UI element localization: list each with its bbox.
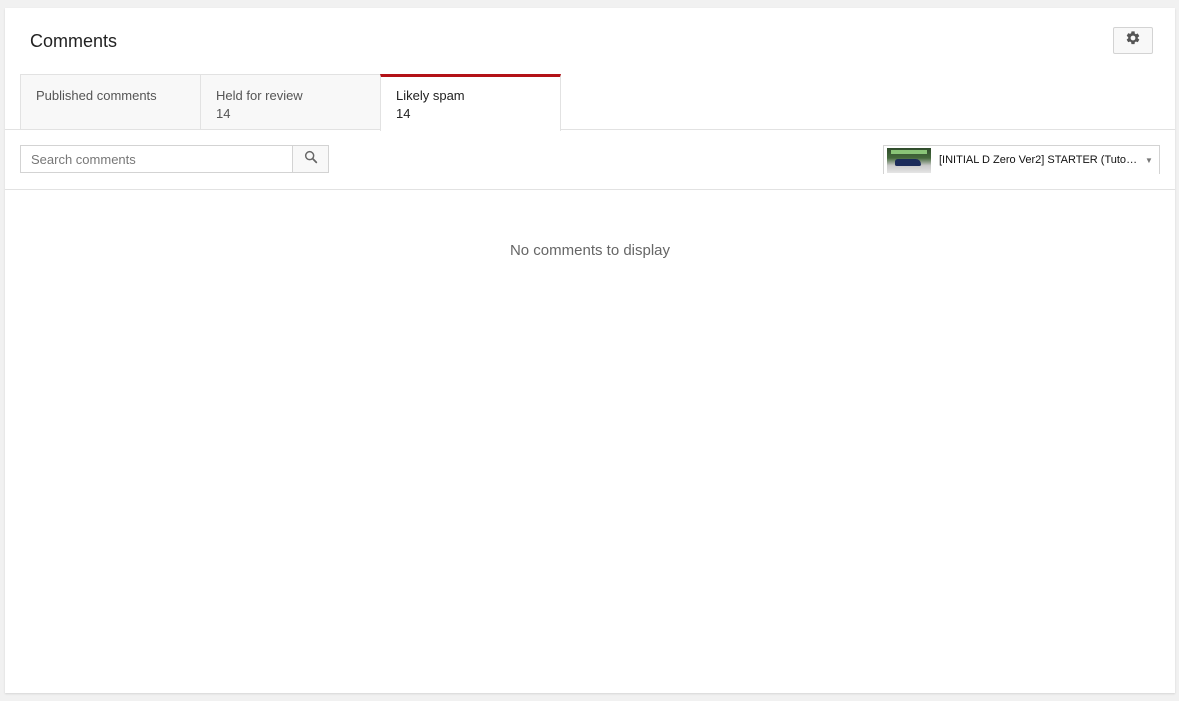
tab-label: Held for review [216, 88, 303, 103]
search-input[interactable] [20, 145, 292, 173]
chevron-down-icon: ▼ [1145, 155, 1153, 165]
toolbar-divider [5, 189, 1175, 190]
comment-tabs: Published comments Held for review 14 Li… [20, 74, 561, 131]
page-title: Comments [30, 31, 118, 51]
search-button[interactable] [292, 145, 329, 173]
tab-held-for-review[interactable]: Held for review 14 [200, 74, 381, 130]
tab-label: Likely spam [396, 88, 465, 103]
video-filter-dropdown[interactable]: [INITIAL D Zero Ver2] STARTER (Tutorial)… [883, 145, 1160, 174]
tab-likely-spam[interactable]: Likely spam 14 [380, 74, 561, 131]
search-icon [303, 149, 319, 170]
video-thumbnail [887, 147, 931, 173]
comments-panel: Comments Published comments Held for rev… [5, 8, 1175, 693]
gear-icon [1125, 30, 1141, 51]
search-box [20, 145, 329, 173]
tab-divider [5, 129, 1175, 130]
tab-label: Published comments [36, 88, 157, 103]
tab-published-comments[interactable]: Published comments [20, 74, 201, 130]
settings-button[interactable] [1113, 27, 1153, 54]
video-title: [INITIAL D Zero Ver2] STARTER (Tutorial) [939, 154, 1139, 166]
empty-state-message: No comments to display [509, 242, 671, 259]
tab-count: 14 [396, 106, 411, 121]
tab-count: 14 [216, 106, 231, 121]
